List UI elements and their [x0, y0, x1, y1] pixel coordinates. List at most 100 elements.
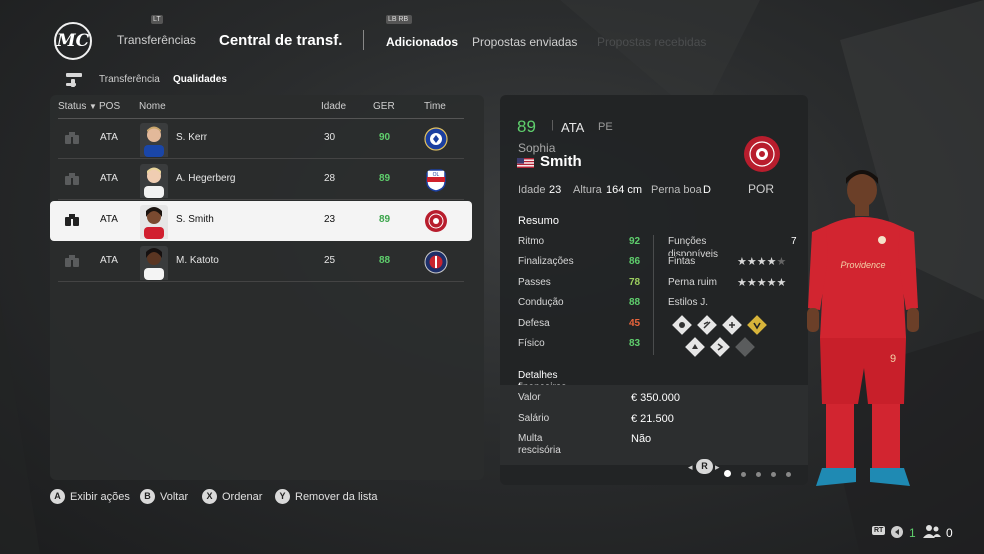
a-button-icon: A	[50, 489, 65, 504]
page-title: Central de transf.	[219, 32, 343, 49]
playstyle-icons	[672, 315, 767, 357]
sort-descending-icon: ▼	[89, 102, 97, 111]
speaker-icon	[891, 526, 903, 538]
playstyle-empty-icon	[735, 337, 755, 357]
stat-pace-label: Ritmo	[518, 236, 545, 247]
view-toggle-icon[interactable]	[64, 70, 84, 88]
row-player-name: A. Hegerberg	[176, 173, 236, 184]
skill-moves-stars: ★★★★★	[737, 256, 787, 268]
row-position: ATA	[100, 132, 118, 143]
lyon-crest-icon: OL	[426, 169, 446, 192]
row-age: 30	[324, 132, 336, 143]
stat-defending-value: 45	[629, 318, 641, 329]
y-button-icon: Y	[275, 489, 290, 504]
row-player-name: M. Katoto	[176, 255, 219, 266]
row-position: ATA	[100, 255, 118, 266]
row-player-name: S. Kerr	[176, 132, 208, 143]
player-avatar	[140, 164, 168, 198]
row-age: 25	[324, 255, 336, 266]
column-overall[interactable]: GER	[373, 101, 395, 112]
summary-title: Resumo	[518, 215, 559, 227]
weak-foot-label: Perna ruim	[668, 277, 717, 288]
column-age[interactable]: Idade	[321, 101, 346, 112]
playstyle-icon	[672, 315, 692, 335]
tab-added[interactable]: Adicionados	[386, 35, 458, 49]
playstyles-label: Estilos J.	[668, 297, 709, 308]
nav-divider	[363, 30, 364, 50]
player-avatar	[140, 123, 168, 157]
column-team[interactable]: Time	[424, 101, 446, 112]
count-b: 0	[946, 526, 953, 540]
page-dot	[741, 472, 746, 477]
detail-separator: |	[551, 119, 554, 131]
player-avatar	[140, 246, 168, 280]
table-row[interactable]: ATA M. Katoto 25 88	[58, 242, 464, 282]
row-overall: 89	[379, 173, 391, 184]
page-right-icon[interactable]: ▸	[715, 462, 720, 473]
detail-alt-position: PE	[598, 121, 613, 133]
row-age: 23	[324, 214, 336, 225]
subtab-attributes[interactable]: Qualidades	[173, 74, 227, 85]
wage-amount: € 21.500	[631, 413, 674, 425]
player-avatar	[140, 205, 168, 239]
portland-thorns-crest-icon	[425, 210, 447, 232]
svg-text:OL: OL	[433, 172, 440, 178]
skill-moves-label: Fintas	[668, 256, 700, 267]
rt-button-icon: RT	[872, 526, 886, 535]
height-label: Altura	[573, 184, 602, 196]
detail-last-name: Smith	[540, 153, 582, 170]
column-pos[interactable]: POS	[99, 101, 120, 112]
stat-passing-value: 78	[629, 277, 641, 288]
table-row[interactable]: ATA A. Hegerberg 28 89 OL	[58, 160, 464, 200]
row-age: 28	[324, 173, 336, 184]
usa-flag-icon	[517, 158, 534, 168]
hint-show-actions[interactable]: A Exibir ações	[50, 489, 130, 504]
hint-label: Remover da lista	[295, 490, 378, 503]
page-dot	[756, 472, 761, 477]
column-status[interactable]: Status	[58, 101, 86, 112]
playstyle-icon	[685, 337, 705, 357]
stat-shooting-label: Finalizações	[518, 256, 574, 267]
b-button-icon: B	[140, 489, 155, 504]
stat-dribbling-value: 88	[629, 297, 641, 308]
row-overall: 88	[379, 255, 391, 266]
svg-text:9: 9	[890, 353, 896, 365]
x-button-icon: X	[202, 489, 217, 504]
page-left-icon[interactable]: ◂	[688, 462, 693, 473]
functions-label: Funções disponíveis	[668, 236, 719, 257]
row-overall: 90	[379, 132, 391, 143]
bumper-buttons-icon: LB RB	[386, 15, 412, 24]
hint-sort[interactable]: X Ordenar	[202, 489, 262, 504]
column-name[interactable]: Nome	[139, 101, 166, 112]
hint-remove-from-list[interactable]: Y Remover da lista	[275, 489, 378, 504]
value-amount: € 350.000	[631, 392, 680, 404]
count-a: 1	[909, 526, 916, 540]
nav-section-transfers[interactable]: Transferências	[117, 33, 196, 47]
scout-binoculars-icon	[65, 214, 79, 226]
table-row-selected[interactable]: ATA S. Smith 23 89	[50, 201, 472, 241]
playstyle-icon	[710, 337, 730, 357]
hint-label: Ordenar	[222, 490, 263, 503]
player-model-image: Providence 9	[807, 170, 919, 486]
psg-crest-icon	[424, 250, 448, 274]
weak-foot-stars: ★★★★★	[737, 277, 787, 289]
playstyle-plus-icon	[747, 315, 767, 335]
stat-pace-value: 92	[629, 236, 641, 247]
portland-thorns-crest-icon	[744, 136, 780, 172]
table-row[interactable]: ATA S. Kerr 30 90	[58, 119, 464, 159]
stat-shooting-value: 86	[629, 256, 641, 267]
page-indicator[interactable]	[724, 464, 801, 482]
svg-text:Providence: Providence	[840, 260, 885, 270]
detail-overall: 89	[517, 117, 536, 136]
stats-divider	[653, 235, 654, 355]
page-dot-active	[724, 470, 731, 477]
hint-back[interactable]: B Voltar	[140, 489, 188, 504]
player-detail-panel: 89 | ATA PE Sophia Smith POR Idade 23 Al…	[500, 95, 808, 485]
subtab-transfer[interactable]: Transferência	[99, 74, 160, 85]
tab-offers-sent[interactable]: Propostas enviadas	[472, 35, 577, 49]
users-icon	[923, 525, 941, 538]
stat-dribbling-label: Condução	[518, 297, 564, 308]
page-dot	[786, 472, 791, 477]
scout-binoculars-icon	[65, 255, 79, 267]
tab-offers-received[interactable]: Propostas recebidas	[597, 35, 706, 49]
